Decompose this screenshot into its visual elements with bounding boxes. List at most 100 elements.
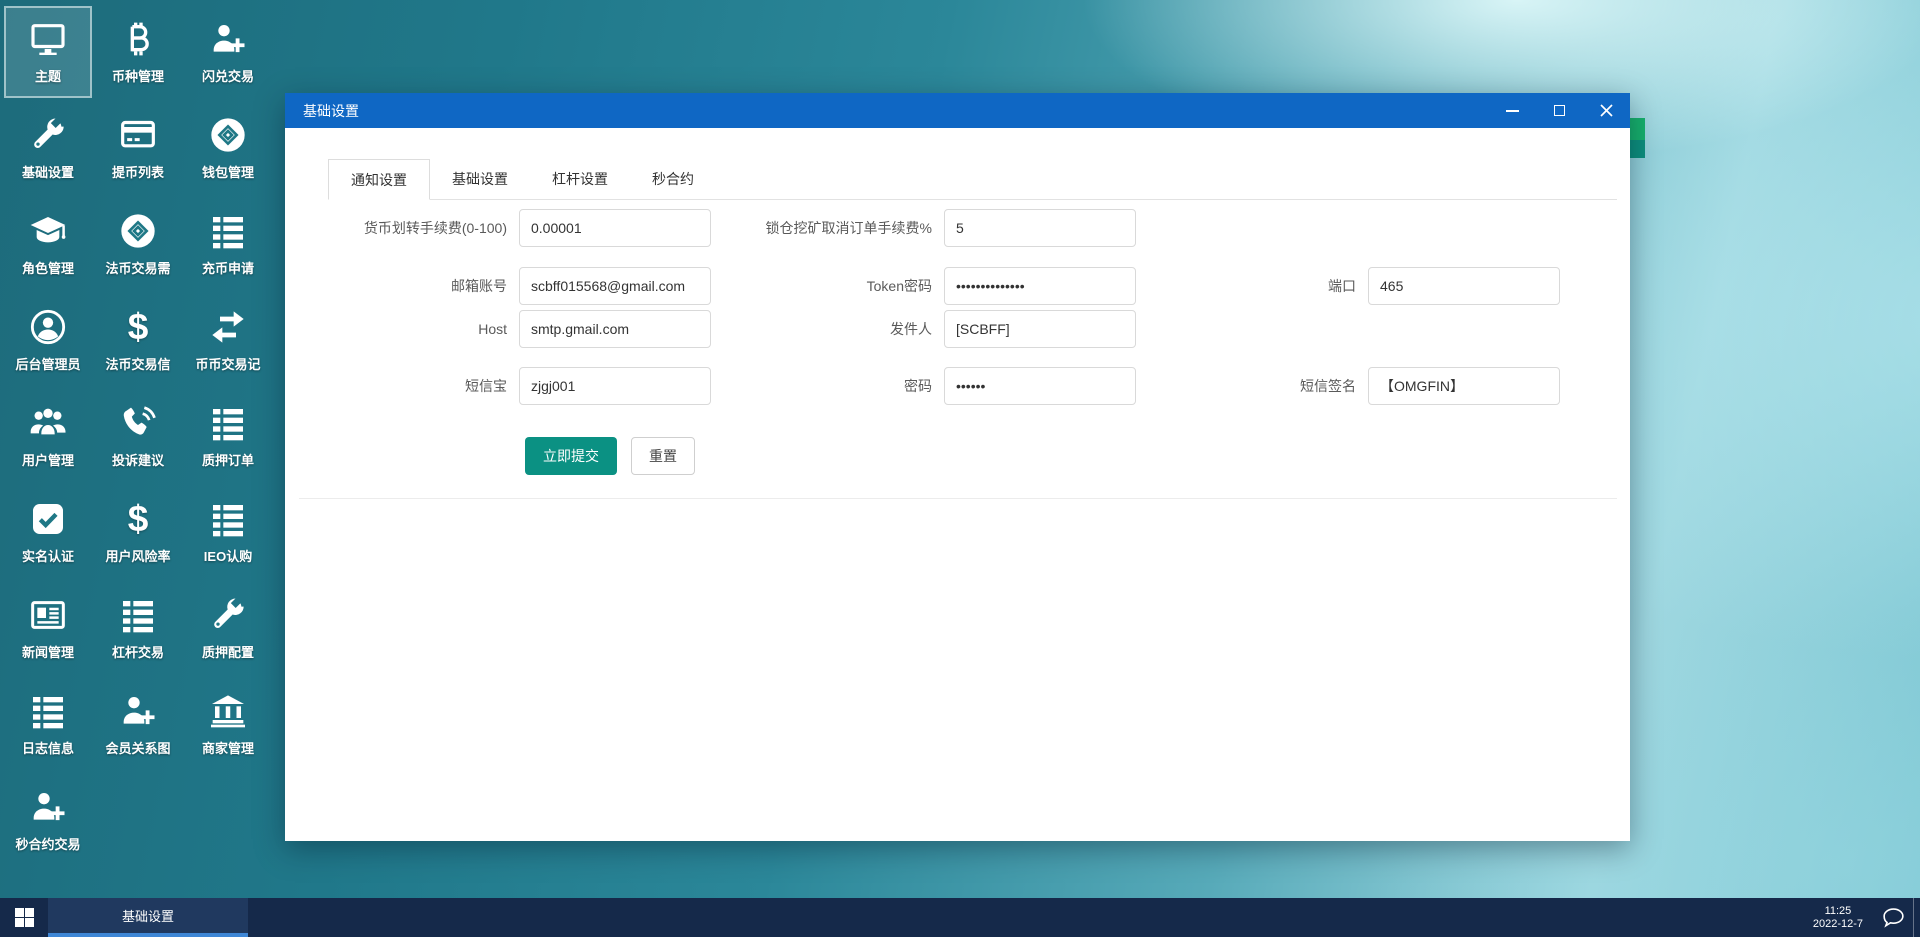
settings-tab[interactable]: 基础设置 [430,159,530,199]
shortcut-label: 充币申请 [201,261,254,276]
show-desktop-button[interactable] [1913,898,1920,937]
reset-button[interactable]: 重置 [631,437,695,475]
field-input[interactable] [519,209,711,247]
form-field: 短信宝 [285,367,711,405]
taskbar-app-button[interactable]: 基础设置 [48,898,248,937]
field-input[interactable] [944,310,1136,348]
clock-date: 2022-12-7 [1812,917,1863,930]
windows-logo-icon [14,908,35,927]
field-label: 短信宝 [465,378,507,394]
desktop-shortcut[interactable]: 法币交易需 [94,198,182,290]
shortcut-label: 角色管理 [21,261,74,276]
desktop-shortcut[interactable]: 钱包管理 [184,102,272,194]
shortcut-label: 投诉建议 [111,453,164,468]
desktop-shortcut[interactable]: 商家管理 [184,678,272,770]
field-input[interactable] [519,267,711,305]
shortcut-label: 闪兑交易 [201,69,254,84]
shortcut-label: 主题 [34,69,61,84]
desktop-shortcut[interactable]: 秒合约交易 [4,774,92,866]
taskbar-spacer [248,898,1803,937]
form-row: 短信宝 密码 短信签名 [285,367,1630,405]
list-icon [208,401,248,445]
settings-tab[interactable]: 杠杆设置 [530,159,630,199]
monitor-icon [28,17,68,61]
desktop-shortcut[interactable]: 日志信息 [4,678,92,770]
action-center-button[interactable] [1873,898,1913,937]
wrench-icon [208,593,248,637]
list-icon [208,209,248,253]
form-row: Host 发件人 [285,310,1630,348]
form-field: 端口 [1134,267,1560,305]
desktop-shortcut[interactable]: 角色管理 [4,198,92,290]
desktop-shortcut[interactable]: 杠杆交易 [94,582,182,674]
field-input[interactable] [519,310,711,348]
user-plus-icon [118,689,158,733]
field-label: 货币划转手续费(0-100) [363,220,507,236]
submit-button[interactable]: 立即提交 [525,437,617,475]
desktop-shortcut[interactable]: 质押订单 [184,390,272,482]
shortcut-label: 日志信息 [21,741,74,756]
content-divider [299,498,1617,499]
taskbar-app-label: 基础设置 [121,909,174,924]
bank-icon [208,689,248,733]
desktop-shortcut[interactable]: 币种管理 [94,6,182,98]
form-field: 货币划转手续费(0-100) [285,209,711,247]
desktop: 主题 币种管理 闪兑交易 基础设置 提币列表 钱包管理 角色管理 法币交易需 充币申请 后台管理员… [0,0,1920,937]
settings-tab[interactable]: 通知设置 [328,159,430,200]
user-circle-icon [28,305,68,349]
desktop-shortcut[interactable]: $ 法币交易信 [94,294,182,386]
start-button[interactable] [0,898,48,937]
desktop-shortcut[interactable]: IEO认购 [184,486,272,578]
taskbar-clock[interactable]: 11:25 2022-12-7 [1803,905,1873,931]
shortcut-label: 质押配置 [201,645,254,660]
field-input[interactable] [944,209,1136,247]
desktop-shortcut[interactable]: 闪兑交易 [184,6,272,98]
form-row: 货币划转手续费(0-100) 锁仓挖矿取消订单手续费% [285,209,1630,247]
field-label: 密码 [904,378,932,394]
field-label: 发件人 [890,321,932,337]
desktop-shortcut[interactable]: 用户管理 [4,390,92,482]
maximize-icon [1554,105,1565,116]
user-plus-icon [208,17,248,61]
desktop-shortcut[interactable]: 投诉建议 [94,390,182,482]
form-field: Host [285,310,711,348]
shortcut-label: 会员关系图 [105,741,171,756]
field-input[interactable] [519,367,711,405]
close-button[interactable] [1583,93,1630,128]
shortcut-label: 实名认证 [21,549,74,564]
field-input[interactable] [944,367,1136,405]
field-label: 锁仓挖矿取消订单手续费% [765,220,932,236]
desktop-shortcut[interactable]: 提币列表 [94,102,182,194]
field-label: 端口 [1328,278,1356,294]
desktop-shortcut[interactable]: 会员关系图 [94,678,182,770]
maximize-button[interactable] [1536,93,1583,128]
field-input[interactable] [944,267,1136,305]
shortcut-label: 提币列表 [111,165,164,180]
desktop-shortcut[interactable]: 主题 [4,6,92,98]
field-label: Host [478,321,507,337]
desktop-shortcut[interactable]: 后台管理员 [4,294,92,386]
field-input[interactable] [1368,367,1560,405]
newspaper-icon [28,593,68,637]
shortcut-label: 用户管理 [21,453,74,468]
shortcut-label: 后台管理员 [15,357,81,372]
window-titlebar: 基础设置 [285,93,1630,128]
settings-tab[interactable]: 秒合约 [630,159,716,199]
list-icon [118,593,158,637]
bitcoin-icon [118,17,158,61]
desktop-shortcut[interactable]: $ 用户风险率 [94,486,182,578]
desktop-shortcut[interactable]: 充币申请 [184,198,272,290]
form-row: 邮箱账号 Token密码 端口 [285,267,1630,305]
coin-link-icon [208,113,248,157]
field-input[interactable] [1368,267,1560,305]
credit-card-icon [118,113,158,157]
desktop-shortcut[interactable]: 币币交易记 [184,294,272,386]
desktop-shortcut[interactable]: 新闻管理 [4,582,92,674]
desktop-shortcut[interactable]: 实名认证 [4,486,92,578]
desktop-shortcut[interactable]: 质押配置 [184,582,272,674]
users-icon [28,401,68,445]
minimize-button[interactable] [1489,93,1536,128]
window-body: 通知设置基础设置杠杆设置秒合约 货币划转手续费(0-100) 锁仓挖矿取消订单手续… [285,128,1630,841]
system-tray: 11:25 2022-12-7 [1803,898,1920,937]
desktop-shortcut[interactable]: 基础设置 [4,102,92,194]
